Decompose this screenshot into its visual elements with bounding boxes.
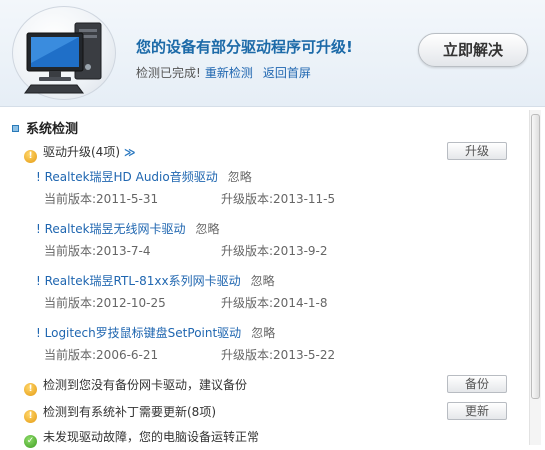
ok-row: ✓ 未发现驱动故障，您的电脑设备运转正常	[24, 428, 259, 448]
driver-item-setpoint[interactable]: ! Logitech罗技鼠标键盘SetPoint驱动 忽略	[36, 324, 275, 341]
driver-item-ethernet[interactable]: ! Realtek瑞昱RTL-81xx系列网卡驱动 忽略	[36, 272, 275, 289]
ignore-link[interactable]: 忽略	[196, 222, 220, 236]
update-button[interactable]: 更新	[447, 402, 507, 420]
ignore-link[interactable]: 忽略	[228, 170, 252, 184]
page-title: 您的设备有部分驱动程序可升级!	[136, 38, 353, 56]
current-version: 当前版本:2012-10-25	[44, 296, 166, 310]
patch-text: 检测到有系统补丁需要更新(8项)	[43, 405, 216, 419]
recheck-link[interactable]: 重新检测	[205, 66, 253, 80]
check-icon: ✓	[24, 435, 37, 448]
backup-row: ! 检测到您没有备份网卡驱动，建议备份	[24, 376, 247, 396]
upgrade-version: 升级版本:2013-5-22	[221, 348, 336, 362]
driver-item-wireless[interactable]: ! Realtek瑞昱无线网卡驱动 忽略	[36, 220, 220, 237]
status-text: 检测已完成!	[136, 66, 201, 80]
upgrade-version: 升级版本:2013-9-2	[221, 244, 328, 258]
current-version: 当前版本:2011-5-31	[44, 192, 159, 206]
home-link[interactable]: 返回首屏	[263, 66, 311, 80]
driver-upgrade-title: 驱动升级(4项)	[43, 145, 120, 159]
patch-row: ! 检测到有系统补丁需要更新(8项)	[24, 403, 216, 423]
driver-name[interactable]: ! Realtek瑞昱无线网卡驱动	[36, 222, 186, 236]
status-line: 检测已完成! 重新检测 返回首屏	[136, 64, 311, 81]
driver-name[interactable]: ! Logitech罗技鼠标键盘SetPoint驱动	[36, 326, 241, 340]
driver-name[interactable]: ! Realtek瑞昱RTL-81xx系列网卡驱动	[36, 274, 241, 288]
header-banner: 您的设备有部分驱动程序可升级! 检测已完成! 重新检测 返回首屏 立即解决	[0, 0, 545, 107]
section-title: 系统检测	[12, 118, 78, 137]
driver-item-audio[interactable]: ! Realtek瑞昱HD Audio音频驱动 忽略	[36, 168, 252, 185]
collapse-chevron-icon[interactable]: ≫	[124, 146, 136, 159]
upgrade-version: 升级版本:2013-11-5	[221, 192, 336, 206]
warning-icon: !	[24, 150, 37, 163]
driver-upgrade-header[interactable]: ! 驱动升级(4项) ≫	[24, 143, 136, 163]
vertical-scrollbar[interactable]	[529, 110, 541, 445]
backup-text: 检测到您没有备份网卡驱动，建议备份	[43, 378, 248, 392]
warning-icon: !	[24, 383, 37, 396]
section-title-text: 系统检测	[26, 122, 79, 137]
bullet-icon	[12, 125, 19, 132]
driver-name[interactable]: ! Realtek瑞昱HD Audio音频驱动	[36, 170, 218, 184]
current-version: 当前版本:2006-6-21	[44, 348, 159, 362]
ignore-link[interactable]: 忽略	[251, 326, 275, 340]
current-version: 当前版本:2013-7-4	[44, 244, 151, 258]
ok-text: 未发现驱动故障，您的电脑设备运转正常	[43, 430, 260, 444]
backup-button[interactable]: 备份	[447, 375, 507, 393]
scrollbar-thumb[interactable]	[531, 114, 540, 399]
warning-icon: !	[24, 410, 37, 423]
fix-now-button[interactable]: 立即解决	[418, 33, 528, 67]
computer-icon	[12, 6, 116, 100]
upgrade-version: 升级版本:2014-1-8	[221, 296, 328, 310]
upgrade-button[interactable]: 升级	[447, 142, 507, 160]
ignore-link[interactable]: 忽略	[251, 274, 275, 288]
